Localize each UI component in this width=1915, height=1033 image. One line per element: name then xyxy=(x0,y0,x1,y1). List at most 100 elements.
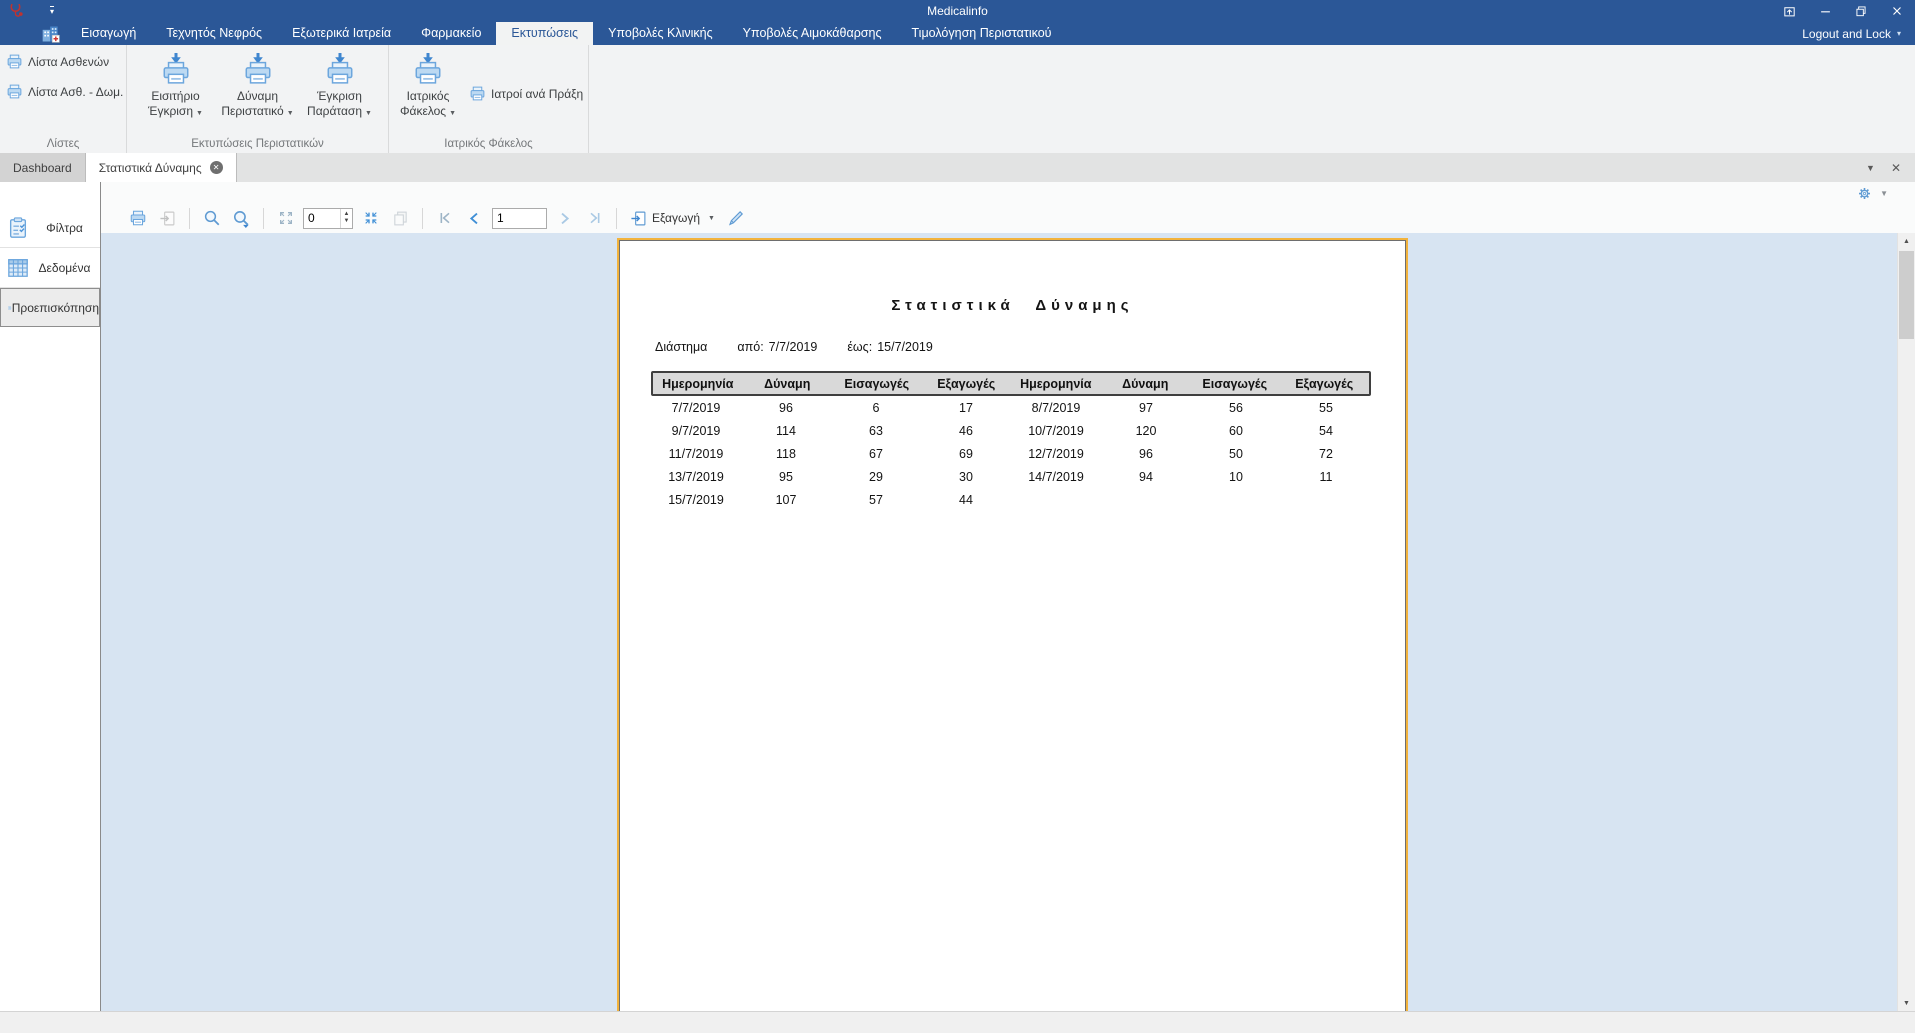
tab-timologisi-peristatikou[interactable]: Τιμολόγηση Περιστατικού xyxy=(897,22,1067,45)
table-cell: 60 xyxy=(1191,424,1281,438)
table-cell: 57 xyxy=(831,493,921,507)
table-header-cell: Εισαγωγές xyxy=(832,377,922,391)
eisitirio-egkrisi-button[interactable]: Εισιτήριο Έγκριση▼ xyxy=(137,51,215,121)
stepper-up-icon[interactable]: ▲ xyxy=(344,211,350,218)
table-cell: 44 xyxy=(921,493,1011,507)
table-row: 7/7/2019966178/7/2019975655 xyxy=(651,396,1371,419)
minimize-button[interactable] xyxy=(1807,0,1843,22)
next-page-button[interactable] xyxy=(552,206,577,230)
scrollbar-thumb[interactable] xyxy=(1899,251,1914,339)
clipboard-check-icon xyxy=(7,217,29,239)
table-header-cell: Ημερομηνία xyxy=(1011,377,1101,391)
fit-whole-page-button[interactable] xyxy=(273,206,298,230)
tab-texnitos-nefros[interactable]: Τεχνητός Νεφρός xyxy=(151,22,277,45)
table-cell: 11 xyxy=(1281,470,1371,484)
printer-download-icon xyxy=(325,53,355,85)
group-label-ektyposeis-peristatikon: Εκτυπώσεις Περιστατικών xyxy=(127,138,388,150)
previous-page-icon xyxy=(466,210,483,227)
table-cell: 6 xyxy=(831,401,921,415)
iatrikos-fakelos-button[interactable]: Ιατρικός Φάκελος▼ xyxy=(389,51,467,121)
dynami-peristatiko-button[interactable]: Δύναμη Περιστατικό▼ xyxy=(219,51,297,121)
report-table-body: 7/7/2019966178/7/20199756559/7/201911463… xyxy=(651,396,1371,511)
previous-page-button[interactable] xyxy=(462,206,487,230)
table-header-cell: Δύναμη xyxy=(1101,377,1191,391)
preview-surface[interactable]: Στατιστικά Δύναμης Διάστημα από:7/7/2019… xyxy=(101,233,1915,1012)
table-cell: 13/7/2019 xyxy=(651,470,741,484)
egkrisi-paratasi-button[interactable]: Έγκριση Παράταση▼ xyxy=(301,51,379,121)
chevron-down-icon: ▼ xyxy=(365,110,372,117)
period-label: Διάστημα xyxy=(655,340,707,354)
stepper-down-icon[interactable]: ▼ xyxy=(344,218,350,225)
tab-ypovoles-aimokatharsis[interactable]: Υποβολές Αιμοκάθαρσης xyxy=(728,22,897,45)
panel-settings-chevron-down-icon[interactable]: ▼ xyxy=(1880,189,1888,198)
document-tab-strip: Dashboard Στατιστικά Δύναμης ✕ ▼ ✕ xyxy=(0,153,1915,182)
lista-asth-dom-button[interactable]: Λίστα Ασθ. - Δωμ. xyxy=(6,83,126,100)
vertical-scrollbar[interactable]: ▲ ▼ xyxy=(1897,233,1915,1012)
doc-tab-dashboard-label: Dashboard xyxy=(13,161,72,175)
quick-print-button[interactable] xyxy=(155,206,180,230)
scroll-down-icon[interactable]: ▼ xyxy=(1898,995,1915,1012)
report-period: Διάστημα από:7/7/2019 έως:15/7/2019 xyxy=(655,340,1406,354)
first-page-button[interactable] xyxy=(432,206,457,230)
zoom-value-input[interactable] xyxy=(304,209,340,228)
export-button[interactable]: Εξαγωγή ▼ xyxy=(626,210,719,227)
last-page-button[interactable] xyxy=(582,206,607,230)
doc-tab-statistika-label: Στατιστικά Δύναμης xyxy=(99,161,202,175)
hospital-icon xyxy=(41,24,61,44)
tab-exoterika-iatreia[interactable]: Εξωτερικά Ιατρεία xyxy=(277,22,406,45)
iatroi-ana-praxi-button[interactable]: Ιατροί ανά Πράξη xyxy=(469,85,583,102)
table-row: 15/7/20191075744 xyxy=(651,488,1371,511)
tab-eisagogi[interactable]: Εισαγωγή xyxy=(66,22,151,45)
tab-strip-close-icon[interactable]: ✕ xyxy=(1891,161,1901,175)
table-cell: 50 xyxy=(1191,447,1281,461)
title-bar: ▾ Medicalinfo xyxy=(0,0,1915,22)
tab-farmakeio[interactable]: Φαρμακείο xyxy=(406,22,496,45)
magnifier-select-icon xyxy=(232,209,251,228)
ribbon-group-listes: Λίστα Ασθενών Λίστα Ασθ. - Δωμ. Λίστες xyxy=(0,45,127,153)
zoom-mode-button[interactable] xyxy=(229,206,254,230)
dock-button[interactable] xyxy=(1771,0,1807,22)
sidebar-item-proepiskopisi[interactable]: Προεπισκόπηση xyxy=(0,288,100,327)
logout-and-lock-button[interactable]: Logout and Lock ▾ xyxy=(1802,22,1915,45)
window-controls xyxy=(1771,0,1915,22)
tab-ektyposeis[interactable]: Εκτυπώσεις xyxy=(496,22,593,45)
tab-ypovoles-klinikis[interactable]: Υποβολές Κλινικής xyxy=(593,22,728,45)
lista-asthenon-button[interactable]: Λίστα Ασθενών xyxy=(6,53,126,70)
printer-download-icon xyxy=(243,53,273,85)
iatrikos-label-line1: Ιατρικός xyxy=(407,89,450,104)
egkrisi-label-line2: Παράταση▼ xyxy=(307,104,372,121)
chevron-down-icon: ▼ xyxy=(196,110,203,117)
toolbar-separator xyxy=(189,208,190,229)
gear-icon[interactable] xyxy=(1857,186,1872,201)
tab-list-chevron-down-icon[interactable]: ▼ xyxy=(1866,163,1875,173)
export-label: Εξαγωγή xyxy=(652,211,700,225)
sidebar-item-filtra[interactable]: Φίλτρα xyxy=(0,208,100,248)
ribbon-group-ektyposeis-peristatikon: Εισιτήριο Έγκριση▼ Δύναμη Περιστατικό▼ Έ… xyxy=(127,45,389,153)
table-cell: 46 xyxy=(921,424,1011,438)
table-cell: 10 xyxy=(1191,470,1281,484)
egkrisi-label-line1: Έγκριση xyxy=(317,89,362,104)
zoom-spinner: ▲▼ xyxy=(303,208,353,229)
sidebar-item-filtra-label: Φίλτρα xyxy=(29,221,100,235)
zoom-button[interactable] xyxy=(199,206,224,230)
edit-button[interactable] xyxy=(724,206,749,230)
doc-tab-statistika-dynamis[interactable]: Στατιστικά Δύναμης ✕ xyxy=(86,153,237,182)
report-table: ΗμερομηνίαΔύναμηΕισαγωγέςΕξαγωγέςΗμερομη… xyxy=(651,371,1371,511)
tab-close-icon[interactable]: ✕ xyxy=(210,161,223,174)
print-button[interactable] xyxy=(125,206,150,230)
application-menu-button[interactable] xyxy=(36,22,66,45)
scroll-up-icon[interactable]: ▲ xyxy=(1898,233,1915,250)
table-cell: 69 xyxy=(921,447,1011,461)
ribbon-tab-bar: Εισαγωγή Τεχνητός Νεφρός Εξωτερικά Ιατρε… xyxy=(0,22,1915,45)
restore-button[interactable] xyxy=(1843,0,1879,22)
zoom-spinner-steppers[interactable]: ▲▼ xyxy=(340,209,352,228)
fit-page-width-button[interactable] xyxy=(358,206,383,230)
toolbar-separator xyxy=(422,208,423,229)
sidebar-item-dedomena[interactable]: Δεδομένα xyxy=(0,248,100,288)
page-number-input[interactable] xyxy=(492,208,547,229)
table-cell: 12/7/2019 xyxy=(1011,447,1101,461)
multiple-pages-button[interactable] xyxy=(388,206,413,230)
chevron-down-icon: ▼ xyxy=(449,110,456,117)
close-button[interactable] xyxy=(1879,0,1915,22)
doc-tab-dashboard[interactable]: Dashboard xyxy=(0,153,86,182)
